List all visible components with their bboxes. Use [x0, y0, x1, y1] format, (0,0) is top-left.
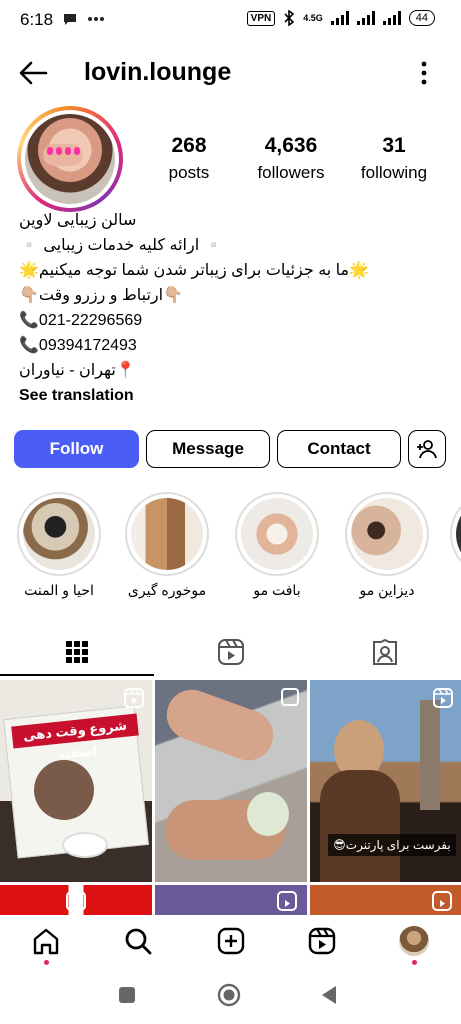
tab-tagged[interactable]: [308, 628, 461, 676]
home-notification-dot: [44, 960, 49, 965]
profile-nav-avatar[interactable]: [399, 926, 429, 956]
battery-indicator: 44: [408, 10, 435, 26]
highlight-label: موخوره گیری: [127, 582, 207, 598]
grid-post[interactable]: [0, 885, 152, 915]
reel-badge-icon: [432, 891, 452, 911]
grid-icon: [66, 641, 88, 663]
bio-name: سالن زیبایی لاوین: [19, 212, 137, 229]
avatar-photo: [25, 114, 115, 204]
highlight-label: احیا و المنت: [24, 582, 94, 598]
bio-booking: 👇🏼ارتباط و رزرو وقت👇🏼: [19, 287, 184, 304]
followers-count[interactable]: 4,636 followers: [246, 134, 336, 183]
wifi-icon: [382, 11, 401, 25]
add-person-icon: [417, 440, 437, 459]
reel-badge-icon: [277, 891, 297, 911]
grid-post[interactable]: بفرست برای پارتنرت😎: [310, 680, 461, 882]
photo-badge-icon: [281, 688, 299, 706]
home-system-button[interactable]: [217, 983, 241, 1007]
highlight-thumbnail: [351, 498, 423, 570]
posts-count[interactable]: 268 posts: [154, 134, 224, 183]
post-caption-overlay: بفرست برای پارتنرت😎: [328, 834, 456, 856]
message-button[interactable]: Message: [146, 430, 270, 468]
highlight-thumbnail: [241, 498, 313, 570]
grid-post[interactable]: [310, 885, 461, 915]
tab-reels[interactable]: [154, 628, 308, 676]
highlight-item-partial[interactable]: [450, 492, 461, 576]
profile-bio: سالن زیبایی لاوین ▫️ ارائه کلیه خدمات زی…: [19, 208, 439, 408]
reels-icon: [218, 639, 244, 665]
signal-icon-2: [356, 11, 375, 25]
grid-post[interactable]: [155, 680, 307, 882]
chat-notification-icon: [64, 14, 76, 25]
profile-username: lovin.lounge: [84, 58, 232, 86]
follow-button[interactable]: Follow: [14, 430, 139, 468]
reel-badge-icon: [124, 688, 144, 708]
bio-phone-1[interactable]: 📞021-22296569: [19, 308, 439, 333]
recent-apps-button[interactable]: [119, 987, 135, 1003]
suggested-users-button[interactable]: [408, 430, 446, 468]
highlight-item[interactable]: احیا و المنت: [14, 492, 104, 599]
profile-notification-dot: [412, 960, 417, 965]
back-system-button[interactable]: [320, 985, 338, 1005]
bio-phone-2[interactable]: 📞09394172493: [19, 333, 439, 358]
back-arrow-icon[interactable]: [18, 60, 48, 86]
highlight-thumbnail: [131, 498, 203, 570]
following-label: following: [360, 163, 428, 182]
bottom-navigation: [0, 915, 461, 971]
bio-location: 📍تهران - نیاوران: [19, 362, 136, 379]
profile-tabs: [0, 628, 461, 676]
reel-badge-icon: [66, 891, 86, 911]
signal-icon: [330, 11, 349, 25]
more-notifications-icon: [88, 17, 104, 21]
highlight-item[interactable]: دیزاین مو: [342, 492, 432, 599]
profile-header: lovin.lounge: [0, 48, 461, 98]
status-bar: 6:18 VPN 4.5G 44: [0, 0, 461, 44]
more-options-icon[interactable]: [414, 60, 434, 86]
reel-badge-icon: [433, 688, 453, 708]
highlight-item[interactable]: بافت مو: [232, 492, 322, 599]
grid-post[interactable]: شروع وقت دهی اسفند: [0, 680, 152, 882]
see-translation-link[interactable]: See translation: [19, 383, 439, 408]
following-number: 31: [382, 134, 406, 157]
system-navigation: [0, 972, 461, 1024]
highlight-thumbnail: [23, 498, 95, 570]
bio-tagline: 🌟ما به جزئیات برای زیباتر شدن شما توجه م…: [19, 262, 370, 279]
grid-post[interactable]: [155, 885, 307, 915]
vpn-badge: VPN: [246, 10, 276, 26]
home-icon[interactable]: [32, 927, 60, 957]
highlight-label: بافت مو: [253, 582, 301, 598]
followers-number: 4,636: [264, 134, 318, 157]
reels-nav-icon[interactable]: [308, 927, 336, 955]
tagged-person-icon: [373, 638, 397, 665]
create-post-icon[interactable]: [217, 927, 245, 955]
highlight-item[interactable]: موخوره گیری: [122, 492, 212, 599]
posts-label: posts: [168, 163, 210, 182]
tab-posts-grid[interactable]: [0, 628, 154, 676]
profile-avatar[interactable]: [17, 106, 123, 212]
following-count[interactable]: 31 following: [352, 134, 436, 183]
network-type: 4.5G: [303, 13, 323, 23]
posts-number: 268: [171, 134, 207, 157]
search-icon[interactable]: [124, 927, 152, 955]
bluetooth-icon: [284, 10, 295, 26]
contact-button[interactable]: Contact: [277, 430, 401, 468]
highlight-label: دیزاین مو: [359, 582, 415, 598]
followers-label: followers: [257, 163, 325, 182]
bio-services: ▫️ ارائه کلیه خدمات زیبایی ▫️: [19, 237, 224, 254]
clock: 6:18: [20, 10, 54, 29]
